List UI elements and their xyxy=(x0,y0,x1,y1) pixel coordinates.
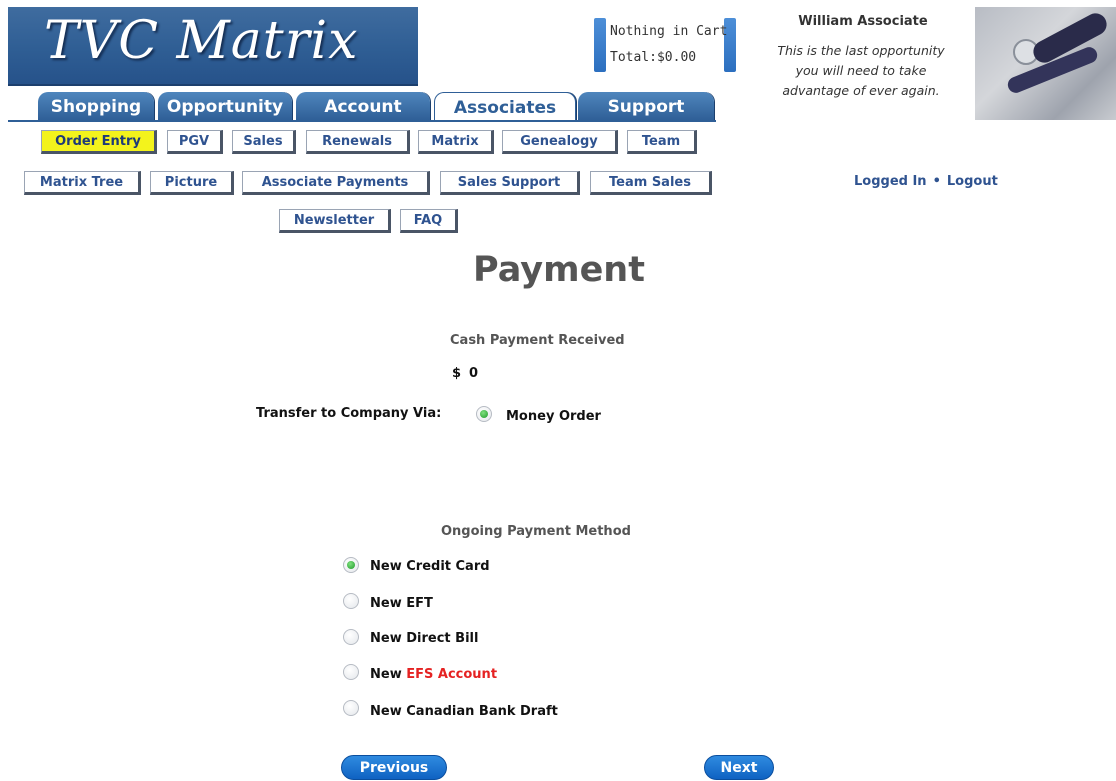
cash-amount: $0 xyxy=(452,366,478,381)
subnav-genealogy[interactable]: Genealogy xyxy=(502,130,618,154)
logo-text: TVC Matrix xyxy=(44,11,359,71)
tab-opportunity[interactable]: Opportunity xyxy=(158,92,292,120)
cart-summary[interactable]: Nothing in Cart Total:$0.00 xyxy=(594,18,736,72)
option-prefix: New xyxy=(370,667,402,682)
direct-bill-label: New Direct Bill xyxy=(370,631,478,646)
session-status: Logged In • Logout xyxy=(854,174,998,189)
quote-line: This is the last opportunity xyxy=(777,43,945,58)
option-prefix: New xyxy=(370,631,402,646)
ongoing-payment-label: Ongoing Payment Method xyxy=(441,524,631,539)
page-title: Payment xyxy=(473,250,645,290)
cash-amount-value: 0 xyxy=(469,366,479,381)
transfer-label: Transfer to Company Via: xyxy=(256,406,442,421)
direct-bill-radio[interactable] xyxy=(343,629,359,645)
option-text: Direct Bill xyxy=(406,631,479,646)
option-text-highlight: EFS Account xyxy=(406,667,498,682)
tab-support[interactable]: Support xyxy=(578,92,714,120)
tab-associates[interactable]: Associates xyxy=(434,92,576,121)
eft-radio[interactable] xyxy=(343,593,359,609)
canadian-bank-draft-label: New Canadian Bank Draft xyxy=(370,704,558,719)
logged-in-label: Logged In xyxy=(854,174,927,189)
subnav-picture[interactable]: Picture xyxy=(150,171,234,195)
tab-underline xyxy=(8,120,716,122)
canadian-bank-draft-radio[interactable] xyxy=(343,700,359,716)
subnav-team[interactable]: Team xyxy=(627,130,697,154)
cart-total: Total:$0.00 xyxy=(610,50,697,65)
user-name: William Associate xyxy=(798,14,928,29)
cart-status: Nothing in Cart xyxy=(610,24,728,39)
credit-card-radio[interactable] xyxy=(343,557,359,573)
quote-line: you will need to take xyxy=(795,63,927,78)
eft-label: New EFT xyxy=(370,596,433,611)
credit-card-label: New Credit Card xyxy=(370,559,490,574)
option-text: EFT xyxy=(406,596,433,611)
user-photo xyxy=(975,7,1116,120)
subnav-order-entry[interactable]: Order Entry xyxy=(41,130,157,154)
currency-symbol: $ xyxy=(452,366,462,381)
money-order-radio[interactable] xyxy=(476,406,492,422)
subnav-team-sales[interactable]: Team Sales xyxy=(590,171,712,195)
subnav-sales-support[interactable]: Sales Support xyxy=(440,171,580,195)
subnav-renewals[interactable]: Renewals xyxy=(306,130,410,154)
subnav-newsletter[interactable]: Newsletter xyxy=(279,209,391,233)
option-text: Credit Card xyxy=(406,559,490,574)
user-quote: This is the last opportunity you will ne… xyxy=(750,41,972,101)
separator-dot: • xyxy=(932,174,941,189)
option-prefix: New xyxy=(370,559,402,574)
option-text: Canadian Bank Draft xyxy=(406,704,558,719)
subnav-associate-payments[interactable]: Associate Payments xyxy=(242,171,430,195)
cart-left-bar xyxy=(594,18,606,72)
quote-line: advantage of ever again. xyxy=(782,83,940,98)
logout-link[interactable]: Logout xyxy=(947,174,998,189)
tab-shopping[interactable]: Shopping xyxy=(38,92,154,120)
option-prefix: New xyxy=(370,596,402,611)
previous-button[interactable]: Previous xyxy=(341,755,447,780)
option-prefix: New xyxy=(370,704,402,719)
subnav-matrix[interactable]: Matrix xyxy=(418,130,494,154)
money-order-label: Money Order xyxy=(506,409,601,424)
efs-account-label: New EFS Account xyxy=(370,667,497,682)
subnav-faq[interactable]: FAQ xyxy=(400,209,458,233)
tab-account[interactable]: Account xyxy=(296,92,430,120)
subnav-matrix-tree[interactable]: Matrix Tree xyxy=(24,171,141,195)
site-logo[interactable]: TVC Matrix xyxy=(8,7,418,86)
subnav-pgv[interactable]: PGV xyxy=(167,130,223,154)
efs-account-radio[interactable] xyxy=(343,664,359,680)
subnav-sales[interactable]: Sales xyxy=(232,130,296,154)
next-button[interactable]: Next xyxy=(704,755,774,780)
cash-payment-label: Cash Payment Received xyxy=(450,333,625,348)
